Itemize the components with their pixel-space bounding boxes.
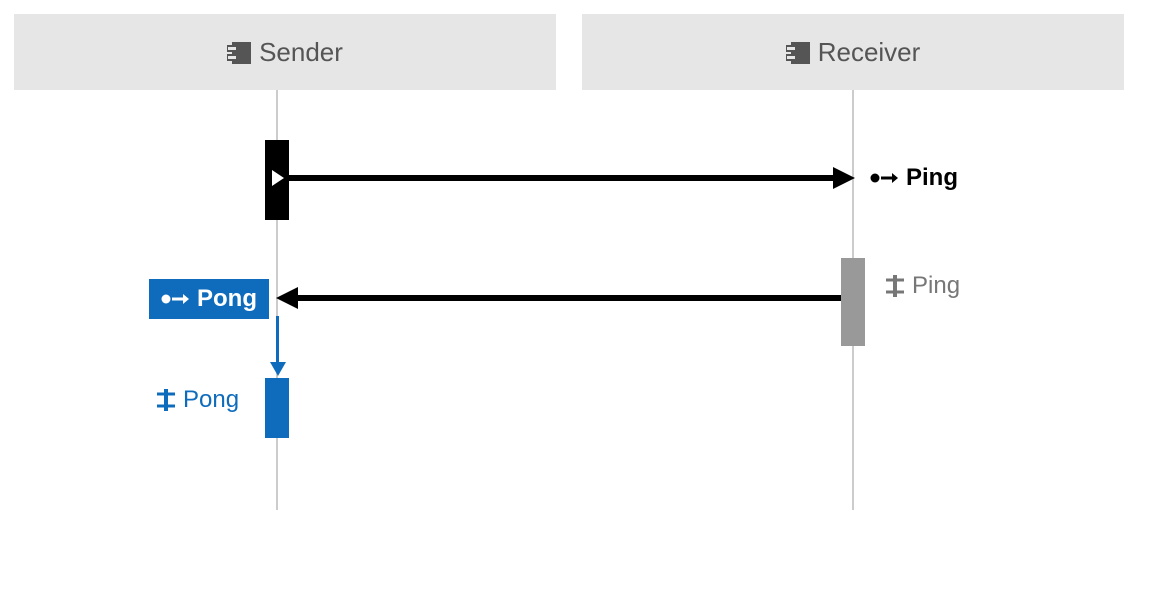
participant-header-sender: Sender [14,14,556,90]
component-icon [786,42,808,62]
participant-label-receiver: Receiver [786,37,921,68]
message-label-ping-recv: Ping [886,272,960,300]
participant-label-text: Receiver [818,37,921,68]
activation-receiver-ping [841,258,865,346]
message-label-text: Ping [906,164,958,192]
message-arrow-pong [296,295,841,301]
message-label-text: Pong [197,285,257,313]
message-arrow-ping [289,175,837,181]
message-label-text: Ping [912,272,960,300]
activation-sender-ping [265,140,289,220]
activation-sender-pong [265,378,289,438]
message-send-icon [870,171,898,185]
message-label-text: Pong [183,386,239,414]
self-arrow-pong [276,316,279,366]
arrowhead-ping [833,167,855,189]
arrowhead-pong [276,287,298,309]
message-label-pong-recv: Pong [157,386,239,414]
message-send-icon [161,292,189,306]
arrowhead-self-pong [270,362,286,376]
component-icon [227,42,249,62]
message-receive-icon [886,275,904,297]
message-label-pong-send[interactable]: Pong [149,279,269,319]
participant-label-text: Sender [259,37,343,68]
message-label-ping-send: Ping [870,164,958,192]
participant-header-receiver: Receiver [582,14,1124,90]
participant-label-sender: Sender [227,37,343,68]
message-receive-icon [157,389,175,411]
